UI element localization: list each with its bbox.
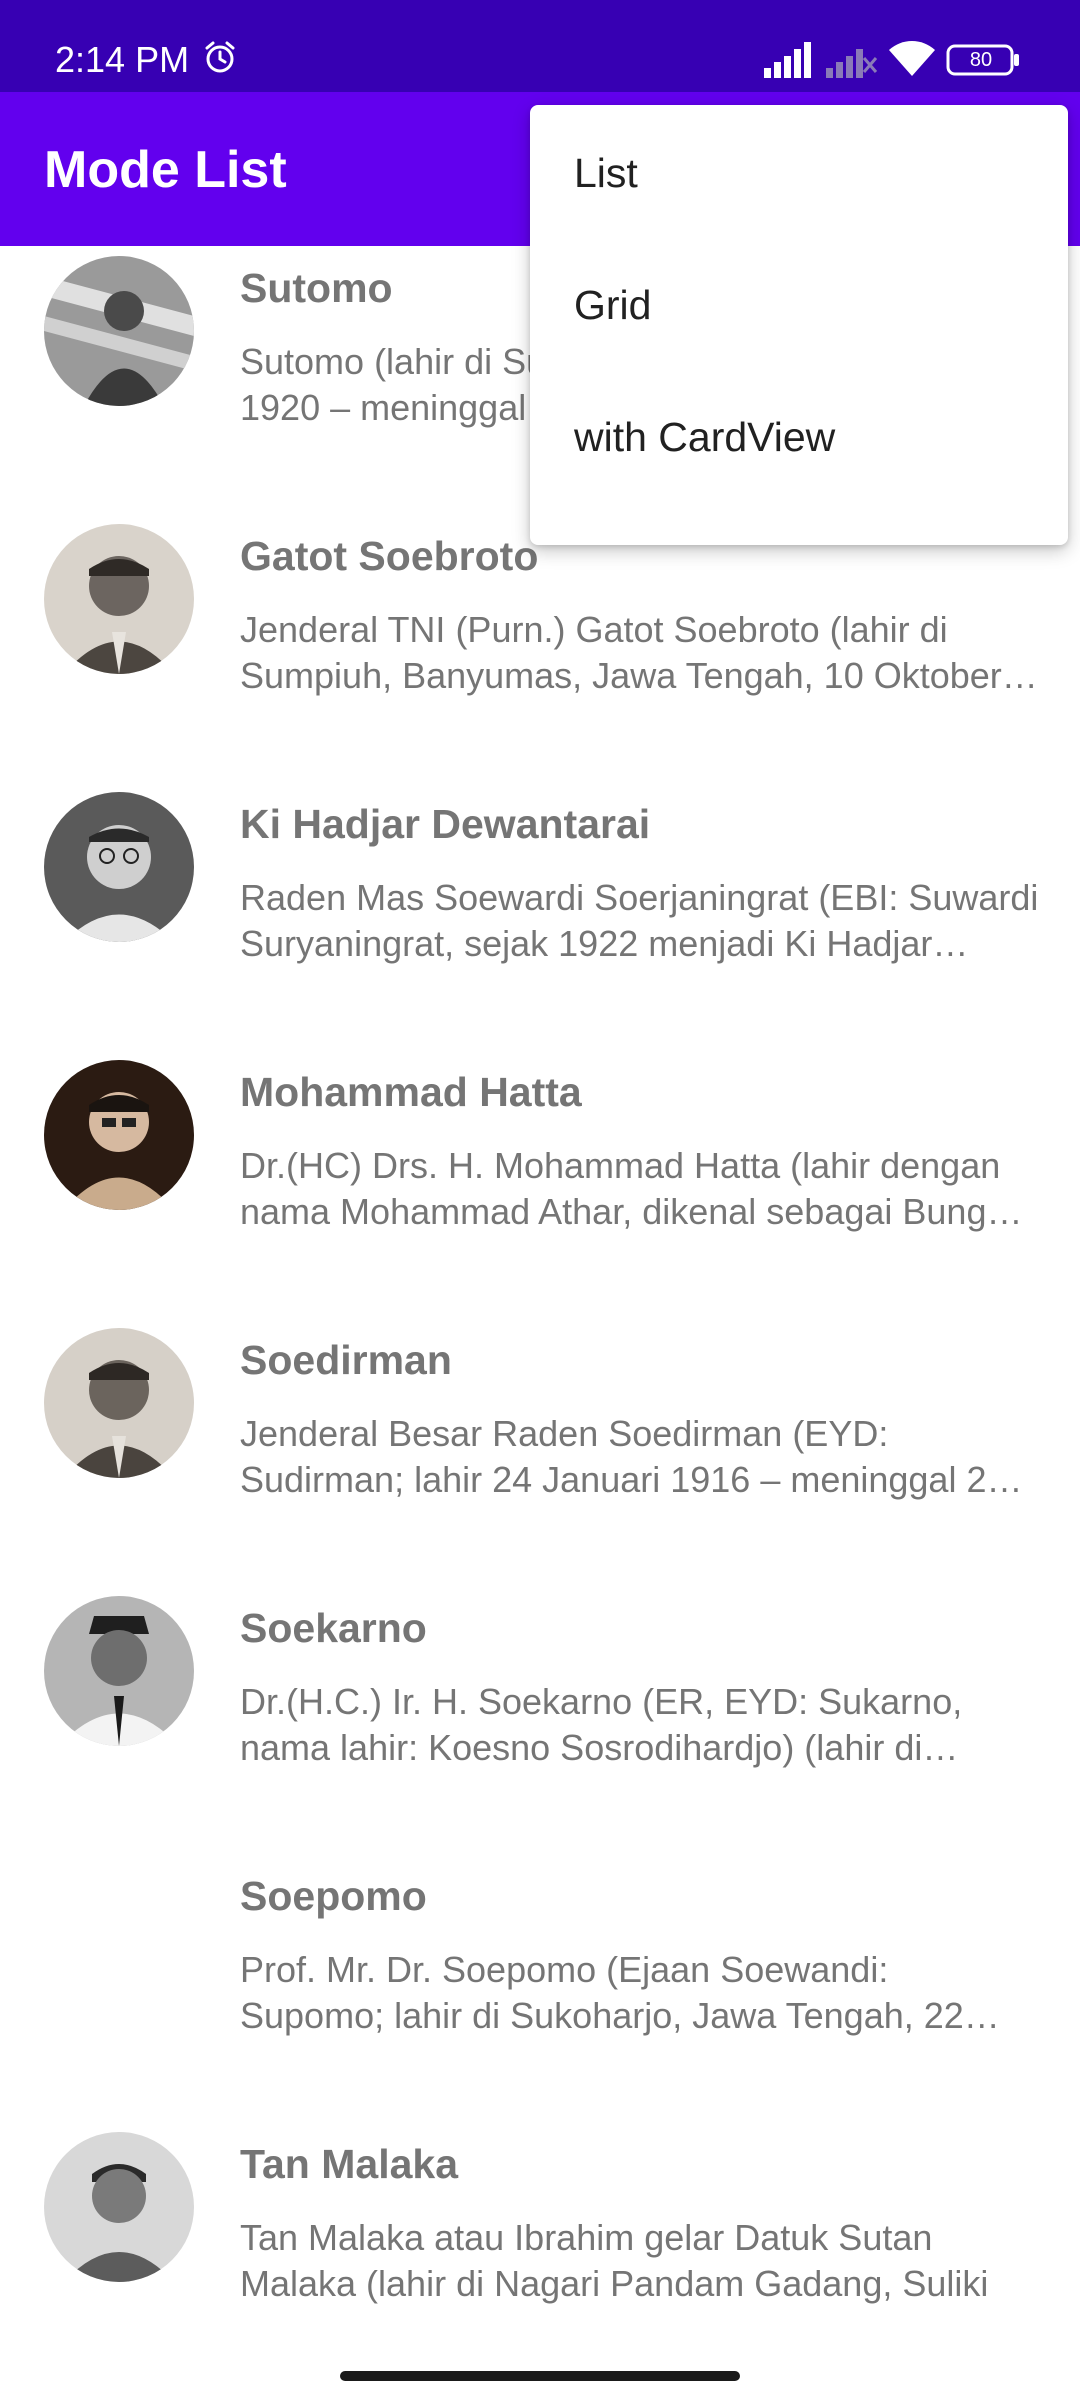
menu-item-label: List: [574, 150, 638, 196]
item-description: Dr.(H.C.) Ir. H. Soekarno (ER, EYD: Suka…: [240, 1681, 963, 1768]
item-description: Dr.(HC) Drs. H. Mohammad Hatta (lahir de…: [240, 1145, 1001, 1232]
menu-item-cardview[interactable]: with CardView: [530, 369, 1068, 501]
avatar: [44, 1328, 194, 1478]
mode-menu: List Grid with CardView: [530, 105, 1068, 545]
menu-item-label: with CardView: [574, 414, 836, 460]
battery-level: 80: [969, 49, 993, 71]
item-name: Sutomo: [240, 265, 393, 311]
hero-list[interactable]: Sutomo Sutomo (lahir di Surabaya, Jawa T…: [0, 246, 1080, 2346]
item-name: Soepomo: [240, 1873, 427, 1919]
signal-no-data-icon: [826, 49, 878, 78]
item-description: Jenderal Besar Raden Soedirman (EYD: Sud…: [240, 1413, 1007, 1500]
item-name: Tan Malaka: [240, 2141, 458, 2187]
alarm-icon: [205, 41, 235, 73]
item-description: Tan Malaka atau Ibrahim gelar Datuk Suta…: [240, 2217, 989, 2304]
item-name: Mohammad Hatta: [240, 1069, 582, 1115]
item-name: Ki Hadjar Dewantarai: [240, 801, 651, 847]
avatar: [44, 1596, 194, 1746]
menu-item-list[interactable]: List: [530, 105, 1068, 237]
item-name: Soedirman: [240, 1337, 452, 1383]
menu-item-grid[interactable]: Grid: [530, 237, 1068, 369]
avatar: [44, 1060, 194, 1210]
app-title: Mode List: [44, 141, 287, 199]
list-item[interactable]: Ki Hadjar Dewantarai Raden Mas Soewardi …: [0, 782, 1080, 1050]
item-description: Prof. Mr. Dr. Soepomo (Ejaan Soewandi: S…: [240, 1949, 964, 2036]
signal-icon: [764, 42, 811, 78]
avatar: [44, 792, 194, 942]
item-name: Soekarno: [240, 1605, 427, 1651]
item-description: Raden Mas Soewardi Soerjaningrat (EBI: S…: [240, 877, 1039, 964]
status-time: 2:14 PM: [55, 39, 190, 80]
status-bar: 2:14 PM 80: [0, 0, 1080, 92]
home-indicator[interactable]: [340, 2371, 740, 2381]
avatar: [44, 1864, 194, 2014]
list-item[interactable]: Soepomo Prof. Mr. Dr. Soepomo (Ejaan Soe…: [0, 1854, 1080, 2122]
list-item[interactable]: Tan Malaka Tan Malaka atau Ibrahim gelar…: [0, 2122, 1080, 2346]
list-item[interactable]: Gatot Soebroto Jenderal TNI (Purn.) Gato…: [0, 514, 1080, 782]
avatar: [44, 2132, 194, 2282]
list-item[interactable]: Soekarno Dr.(H.C.) Ir. H. Soekarno (ER, …: [0, 1586, 1080, 1854]
list-item[interactable]: Mohammad Hatta Dr.(HC) Drs. H. Mohammad …: [0, 1050, 1080, 1318]
list-item[interactable]: Soedirman Jenderal Besar Raden Soedirman…: [0, 1318, 1080, 1586]
wifi-icon: [889, 41, 935, 76]
avatar: [44, 524, 194, 674]
item-name: Gatot Soebroto: [240, 533, 539, 579]
menu-item-label: Grid: [574, 282, 652, 328]
item-description: Jenderal TNI (Purn.) Gatot Soebroto (lah…: [240, 609, 1002, 696]
avatar: [44, 256, 194, 406]
